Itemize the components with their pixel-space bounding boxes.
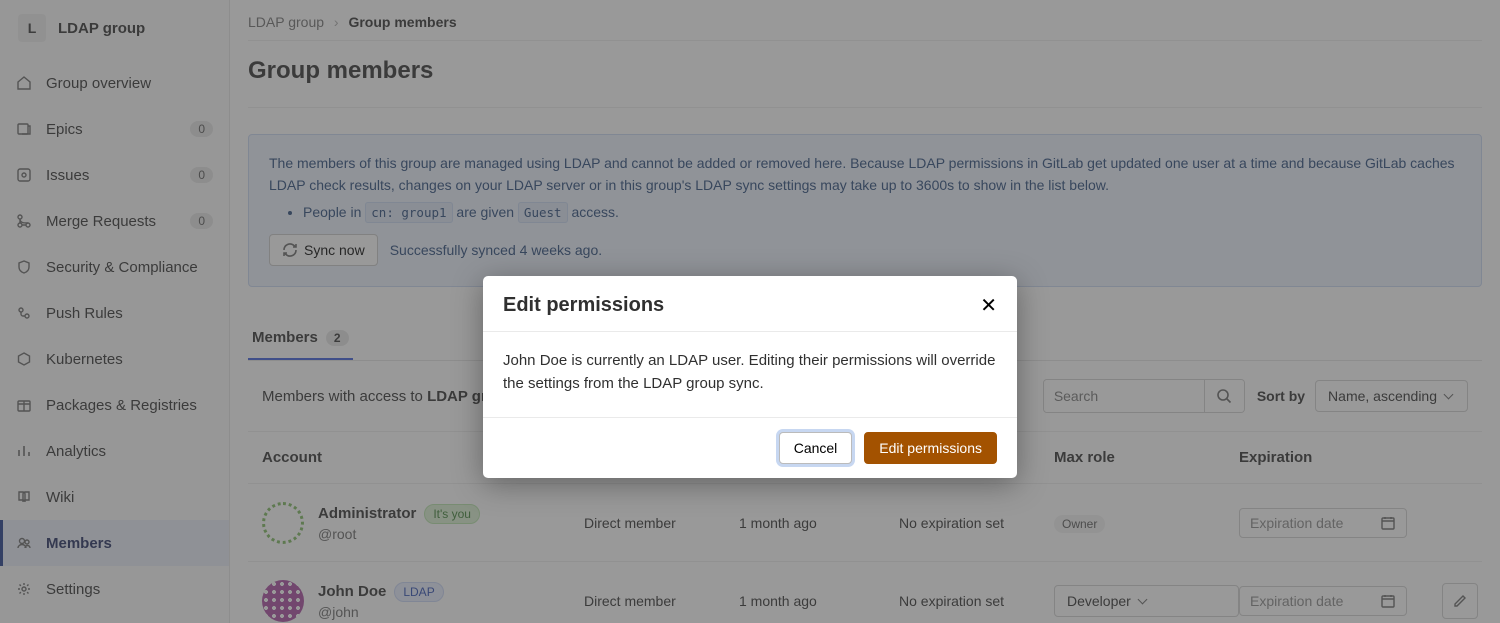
edit-permissions-modal: Edit permissions ✕ John Doe is currently… xyxy=(483,276,1017,478)
modal-close-button[interactable]: ✕ xyxy=(980,296,997,316)
close-icon: ✕ xyxy=(980,295,997,317)
edit-permissions-button[interactable]: Edit permissions xyxy=(864,432,997,464)
modal-body-text: John Doe is currently an LDAP user. Edit… xyxy=(483,332,1017,417)
cancel-button[interactable]: Cancel xyxy=(779,432,853,464)
modal-title: Edit permissions xyxy=(503,294,664,317)
